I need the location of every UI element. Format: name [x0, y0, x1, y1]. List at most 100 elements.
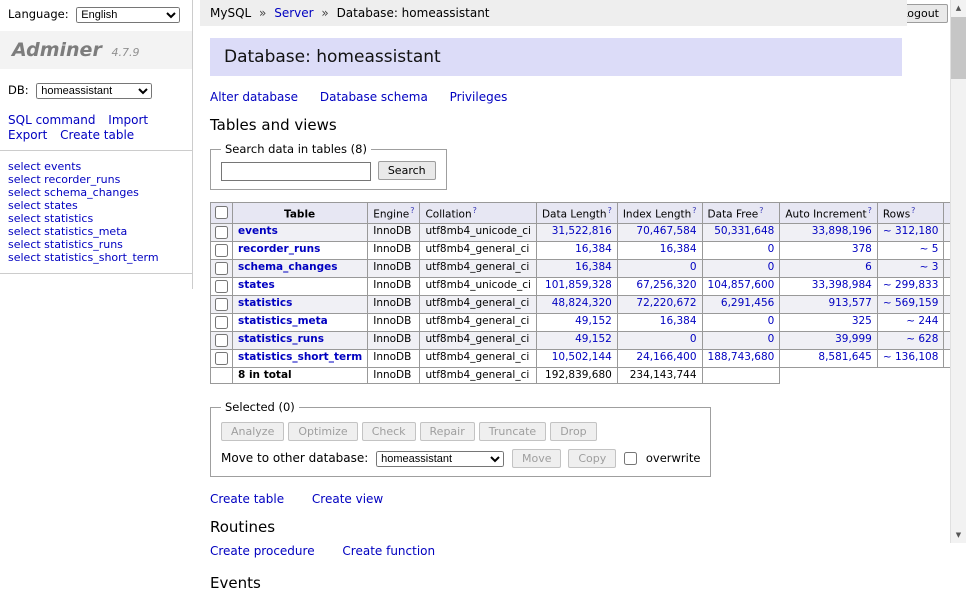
- database-schema-link[interactable]: Database schema: [320, 90, 428, 104]
- adminer-logo-link[interactable]: Adminer: [12, 39, 102, 61]
- sidebar-table-link[interactable]: select recorder_runs: [8, 173, 120, 186]
- table-name-link[interactable]: states: [238, 279, 275, 291]
- search-input[interactable]: [221, 162, 371, 181]
- index-length-link[interactable]: 0: [690, 333, 697, 345]
- create-view-link[interactable]: Create view: [312, 492, 383, 506]
- table-name-link[interactable]: statistics_runs: [238, 333, 324, 345]
- sidebar-link-sql-command[interactable]: SQL command: [8, 113, 95, 127]
- auto-increment-link[interactable]: 33,398,984: [812, 279, 872, 291]
- index-length-link[interactable]: 67,256,320: [636, 279, 696, 291]
- sidebar-table-link[interactable]: select events: [8, 160, 81, 173]
- data-length-link[interactable]: 49,152: [575, 315, 612, 327]
- scrollbar-thumb[interactable]: [951, 17, 966, 79]
- row-checkbox[interactable]: [215, 262, 228, 275]
- index-length-link[interactable]: 16,384: [660, 315, 697, 327]
- rows-count-link[interactable]: ~ 628: [906, 333, 938, 345]
- sidebar-table-link[interactable]: select statistics_meta: [8, 225, 127, 238]
- rows-count-link[interactable]: ~ 569,159: [883, 297, 939, 309]
- bulk-analyze-button[interactable]: Analyze: [221, 422, 284, 441]
- data-free-link[interactable]: 6,291,456: [721, 297, 774, 309]
- help-link[interactable]: ?: [759, 206, 763, 215]
- overwrite-checkbox[interactable]: [624, 452, 637, 465]
- data-free-link[interactable]: 188,743,680: [708, 351, 775, 363]
- data-length-link[interactable]: 49,152: [575, 333, 612, 345]
- table-name-link[interactable]: recorder_runs: [238, 243, 320, 255]
- bulk-drop-button[interactable]: Drop: [550, 422, 596, 441]
- sidebar-link-export[interactable]: Export: [8, 128, 47, 142]
- help-link[interactable]: ?: [410, 206, 414, 215]
- data-free-link[interactable]: 50,331,648: [714, 225, 774, 237]
- db-select[interactable]: homeassistant: [36, 83, 152, 99]
- rows-count-link[interactable]: ~ 299,833: [883, 279, 939, 291]
- rows-count-link[interactable]: ~ 136,108: [883, 351, 939, 363]
- breadcrumb-server-link[interactable]: Server: [274, 6, 313, 20]
- index-length-link[interactable]: 0: [690, 261, 697, 273]
- move-db-select[interactable]: homeassistant: [376, 451, 504, 467]
- table-name-link[interactable]: statistics_short_term: [238, 351, 362, 363]
- language-select[interactable]: English: [76, 7, 180, 23]
- privileges-link[interactable]: Privileges: [450, 90, 508, 104]
- bulk-repair-button[interactable]: Repair: [420, 422, 475, 441]
- data-free-link[interactable]: 0: [768, 315, 775, 327]
- auto-increment-link[interactable]: 325: [852, 315, 872, 327]
- sidebar-table-link[interactable]: select states: [8, 199, 78, 212]
- row-checkbox[interactable]: [215, 244, 228, 257]
- data-length-link[interactable]: 31,522,816: [552, 225, 612, 237]
- data-length-link[interactable]: 16,384: [575, 243, 612, 255]
- move-button[interactable]: Move: [512, 449, 562, 468]
- auto-increment-link[interactable]: 33,898,196: [812, 225, 872, 237]
- sidebar-table-link[interactable]: select statistics_short_term: [8, 251, 159, 264]
- rows-count-link[interactable]: ~ 312,180: [883, 225, 939, 237]
- help-link[interactable]: ?: [911, 206, 915, 215]
- bulk-truncate-button[interactable]: Truncate: [479, 422, 546, 441]
- sidebar-link-create-table[interactable]: Create table: [60, 128, 134, 142]
- sidebar-table-link[interactable]: select statistics_runs: [8, 238, 123, 251]
- data-free-link[interactable]: 0: [768, 333, 775, 345]
- rows-count-link[interactable]: ~ 5: [920, 243, 939, 255]
- auto-increment-link[interactable]: 39,999: [835, 333, 872, 345]
- data-length-link[interactable]: 16,384: [575, 261, 612, 273]
- auto-increment-link[interactable]: 913,577: [828, 297, 871, 309]
- sidebar-table-link[interactable]: select schema_changes: [8, 186, 139, 199]
- table-name-link[interactable]: statistics: [238, 297, 292, 309]
- data-length-link[interactable]: 101,859,328: [545, 279, 612, 291]
- select-all-checkbox[interactable]: [215, 206, 228, 219]
- vertical-scrollbar[interactable]: ▲ ▼: [950, 0, 966, 543]
- row-checkbox[interactable]: [215, 298, 228, 311]
- search-button[interactable]: Search: [378, 161, 436, 180]
- help-link[interactable]: ?: [473, 206, 477, 215]
- row-checkbox[interactable]: [215, 226, 228, 239]
- auto-increment-link[interactable]: 6: [865, 261, 872, 273]
- index-length-link[interactable]: 24,166,400: [636, 351, 696, 363]
- scrollbar-down-arrow[interactable]: ▼: [951, 527, 966, 543]
- auto-increment-link[interactable]: 378: [852, 243, 872, 255]
- bulk-optimize-button[interactable]: Optimize: [288, 422, 357, 441]
- create-table-link[interactable]: Create table: [210, 492, 284, 506]
- bulk-check-button[interactable]: Check: [362, 422, 416, 441]
- auto-increment-link[interactable]: 8,581,645: [818, 351, 871, 363]
- data-length-link[interactable]: 48,824,320: [552, 297, 612, 309]
- help-link[interactable]: ?: [608, 206, 612, 215]
- scrollbar-up-arrow[interactable]: ▲: [951, 0, 966, 16]
- sidebar-link-import[interactable]: Import: [108, 113, 148, 127]
- data-free-link[interactable]: 0: [768, 261, 775, 273]
- data-free-link[interactable]: 104,857,600: [708, 279, 775, 291]
- row-checkbox[interactable]: [215, 334, 228, 347]
- table-name-link[interactable]: statistics_meta: [238, 315, 328, 327]
- create-function-link[interactable]: Create function: [342, 544, 435, 558]
- index-length-link[interactable]: 16,384: [660, 243, 697, 255]
- help-link[interactable]: ?: [868, 206, 872, 215]
- copy-button[interactable]: Copy: [568, 449, 616, 468]
- rows-count-link[interactable]: ~ 3: [920, 261, 939, 273]
- create-procedure-link[interactable]: Create procedure: [210, 544, 315, 558]
- row-checkbox[interactable]: [215, 316, 228, 329]
- row-checkbox[interactable]: [215, 352, 228, 365]
- rows-count-link[interactable]: ~ 244: [906, 315, 938, 327]
- index-length-link[interactable]: 70,467,584: [636, 225, 696, 237]
- data-free-link[interactable]: 0: [768, 243, 775, 255]
- alter-database-link[interactable]: Alter database: [210, 90, 298, 104]
- sidebar-table-link[interactable]: select statistics: [8, 212, 93, 225]
- index-length-link[interactable]: 72,220,672: [636, 297, 696, 309]
- help-link[interactable]: ?: [692, 206, 696, 215]
- table-name-link[interactable]: schema_changes: [238, 261, 338, 273]
